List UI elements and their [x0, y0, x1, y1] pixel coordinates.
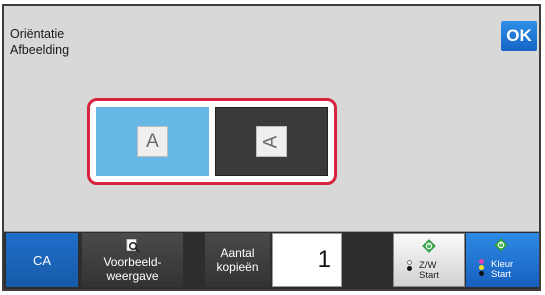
portrait-glyph-icon: A [137, 126, 168, 157]
color-start-label: Kleur Start [491, 260, 513, 280]
preview-button[interactable]: Voorbeeld- weergave [82, 233, 183, 287]
bw-indicator-dots [407, 260, 413, 272]
color-indicator-dots [479, 259, 485, 277]
preview-label-1: Voorbeeld- [103, 255, 162, 269]
screen-frame: Oriëntatie Afbeelding OK A A CA Voorbeel… [2, 4, 541, 291]
orientation-selector: A A [87, 98, 337, 185]
copies-button[interactable]: Aantal kopieën [205, 233, 270, 287]
landscape-orientation-button[interactable]: A [215, 107, 328, 176]
preview-label-2: weergave [106, 269, 159, 283]
title-line-2: Afbeelding [10, 43, 70, 57]
start-diamond-icon [422, 239, 436, 253]
landscape-glyph: A [260, 135, 282, 148]
color-start-button[interactable]: Kleur Start [466, 233, 539, 287]
copies-label-2: kopieën [216, 260, 259, 274]
clear-all-button[interactable]: CA [6, 233, 78, 287]
page-title: Oriëntatie Afbeelding [10, 26, 69, 58]
color-start-line-2: Start [491, 269, 512, 280]
landscape-glyph-icon: A [256, 126, 287, 157]
portrait-orientation-button[interactable]: A [96, 107, 209, 176]
main-panel: Oriëntatie Afbeelding OK A A [4, 6, 539, 232]
copies-label-1: Aantal [220, 246, 255, 260]
copies-count-field[interactable]: 1 [272, 233, 342, 287]
bottom-bar: CA Voorbeeld- weergave Aantal kopieën 1 [4, 232, 539, 289]
title-line-1: Oriëntatie [10, 27, 65, 41]
ok-button[interactable]: OK [501, 21, 537, 51]
start-diamond-icon [494, 238, 508, 252]
bw-start-label: Z/W Start [419, 261, 439, 281]
bw-start-button[interactable]: Z/W Start [393, 233, 465, 287]
portrait-glyph: A [146, 130, 159, 152]
bw-start-line-2: Start [419, 270, 440, 281]
preview-magnifier-icon [126, 239, 140, 253]
